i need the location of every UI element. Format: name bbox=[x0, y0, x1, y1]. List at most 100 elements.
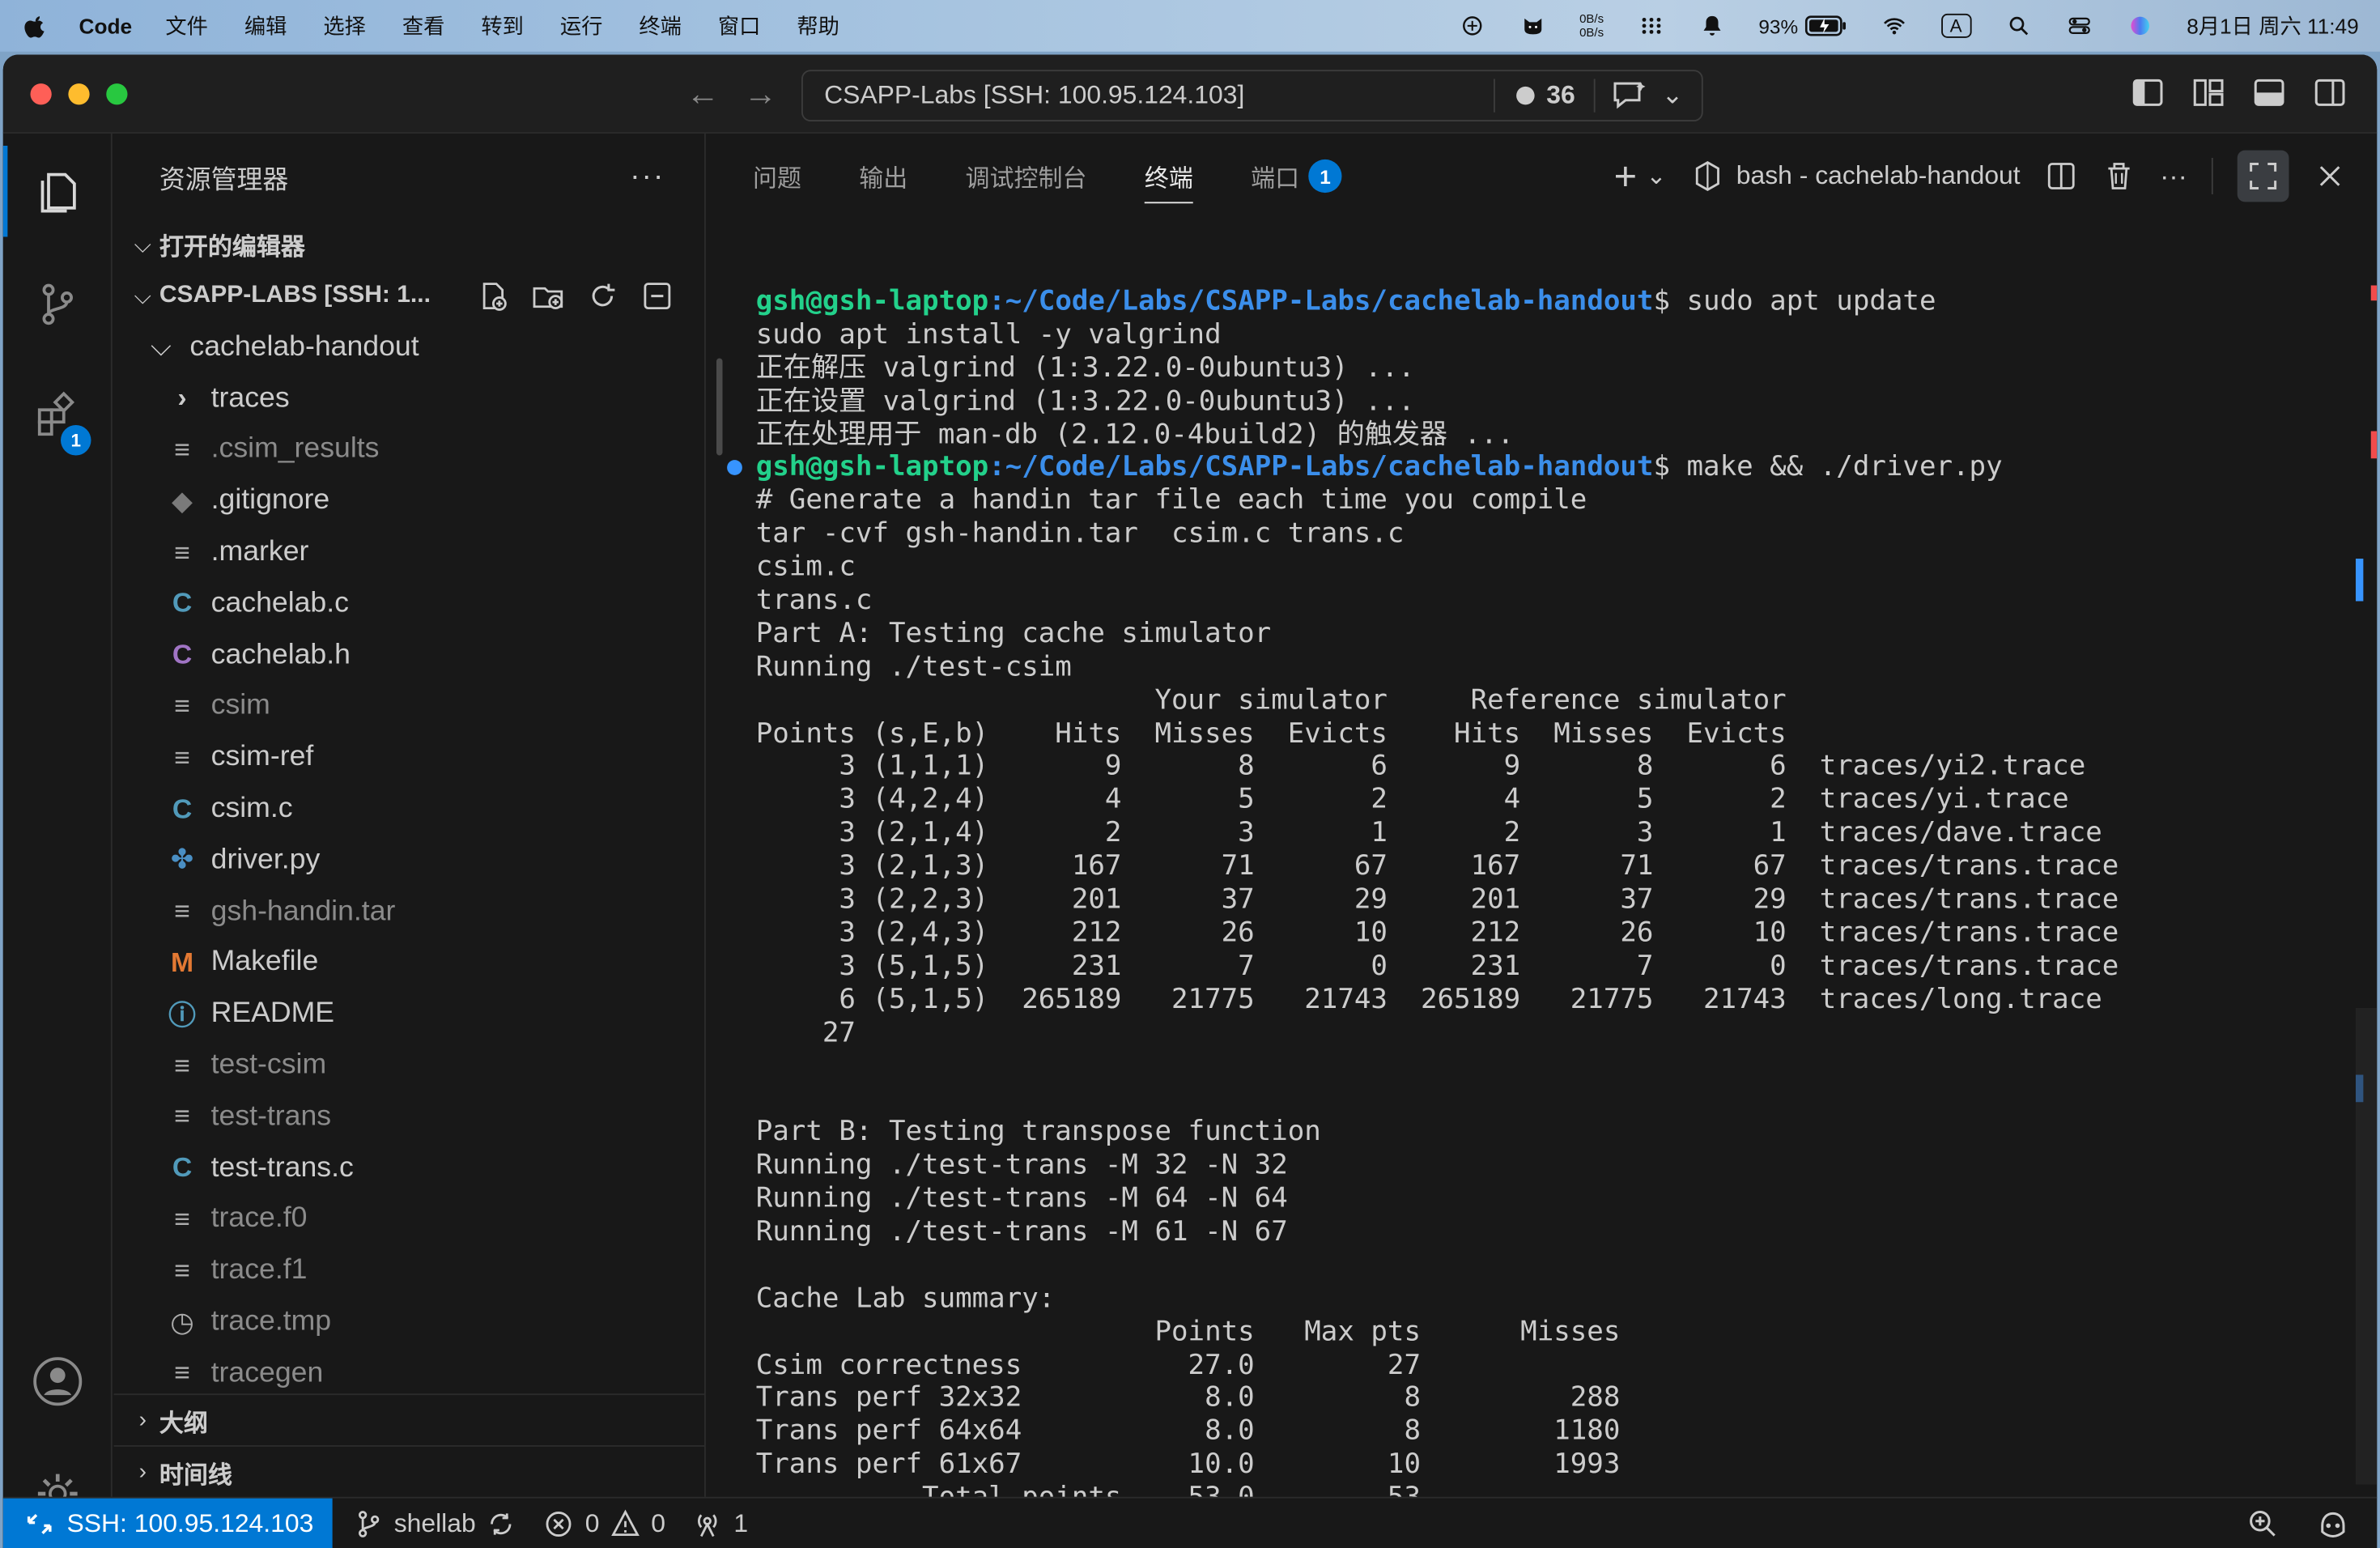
tab-problems[interactable]: 问题 bbox=[753, 134, 801, 219]
menu-terminal[interactable]: 终端 bbox=[639, 11, 682, 41]
tree-file-item[interactable]: ✤ driver.py bbox=[114, 835, 704, 886]
menu-edit[interactable]: 编辑 bbox=[244, 11, 287, 41]
more-actions-icon[interactable]: ··· bbox=[630, 159, 665, 194]
cat-icon[interactable] bbox=[1519, 14, 1546, 38]
apple-logo-icon[interactable] bbox=[21, 12, 49, 40]
menu-run[interactable]: 运行 bbox=[560, 11, 603, 41]
tree-file-item[interactable]: ≡ trace.f1 bbox=[114, 1245, 704, 1296]
command-center[interactable]: CSAPP-Labs [SSH: 100.95.124.103] 36 ⌄ bbox=[801, 70, 1703, 121]
tree-file-item[interactable]: ≡ trace.f0 bbox=[114, 1194, 704, 1245]
tree-file-item[interactable]: ≡ test-csim bbox=[114, 1040, 704, 1091]
problems-indicator[interactable]: 0 0 bbox=[544, 1508, 665, 1539]
app-menu-code[interactable]: Code bbox=[79, 14, 133, 38]
chevron-down-icon[interactable]: ⌄ bbox=[1662, 80, 1684, 111]
tree-file-item[interactable]: ◆ .gitignore bbox=[114, 476, 704, 527]
input-method-indicator[interactable]: A bbox=[1940, 13, 1971, 38]
tree-file-item[interactable]: Ccsim.c bbox=[114, 784, 704, 835]
openai-icon[interactable] bbox=[1458, 14, 1485, 38]
tree-file-item[interactable]: Ccachelab.h bbox=[114, 630, 704, 681]
folder-cachelab-handout[interactable]: ⌵ cachelab-handout bbox=[114, 322, 704, 373]
extensions-activity[interactable]: 1 bbox=[3, 371, 113, 462]
remote-indicator[interactable]: SSH: 100.95.124.103 bbox=[2, 1497, 332, 1548]
divider bbox=[1493, 79, 1495, 113]
maximize-window-button[interactable] bbox=[106, 83, 128, 105]
zoom-in-icon[interactable] bbox=[2246, 1507, 2280, 1540]
close-icon[interactable] bbox=[2314, 159, 2347, 193]
spotlight-search-icon[interactable] bbox=[2004, 14, 2032, 38]
menu-window[interactable]: 窗口 bbox=[718, 11, 761, 41]
tree-file-item[interactable]: ≡ csim bbox=[114, 681, 704, 732]
terminal-output-line: Trans perf 61x67 10.0 10 1993 bbox=[755, 1448, 1621, 1481]
tree-item-label: csim bbox=[210, 690, 270, 722]
collapse-all-icon[interactable] bbox=[640, 279, 674, 313]
open-editors-section[interactable]: ⌵ 打开的编辑器 bbox=[114, 219, 704, 270]
branch-indicator[interactable]: shellab bbox=[353, 1508, 516, 1539]
bell-icon[interactable] bbox=[1698, 14, 1725, 38]
battery-widget[interactable]: 93% bbox=[1758, 15, 1847, 37]
menu-help[interactable]: 帮助 bbox=[797, 11, 839, 41]
menu-selection[interactable]: 选择 bbox=[323, 11, 366, 41]
network-speed-widget[interactable]: 0B/s 0B/s bbox=[1579, 12, 1604, 40]
split-terminal-icon[interactable] bbox=[2045, 159, 2078, 193]
menu-view[interactable]: 查看 bbox=[402, 11, 445, 41]
accounts-activity[interactable] bbox=[3, 1336, 113, 1427]
file-tree: › traces ≡ .csim_results ◆ .gitignore ≡ .marker… bbox=[114, 373, 704, 1399]
outline-section[interactable]: › 大纲 bbox=[113, 1393, 704, 1445]
new-file-icon[interactable] bbox=[477, 279, 510, 313]
tree-file-item[interactable]: ≡ tracegen bbox=[114, 1348, 704, 1399]
arrow-right-icon[interactable]: → bbox=[744, 74, 777, 114]
terminal-name-label: bash - cachelab-handout bbox=[1736, 160, 2021, 190]
chat-sparkle-icon[interactable] bbox=[1610, 79, 1650, 113]
tab-terminal[interactable]: 终端 bbox=[1144, 134, 1193, 219]
ports-indicator[interactable]: 1 bbox=[693, 1508, 748, 1539]
terminal-output-line: trans.c bbox=[755, 584, 873, 617]
tree-file-item[interactable]: Ctest-trans.c bbox=[114, 1142, 704, 1193]
changes-count[interactable]: 36 bbox=[1546, 80, 1575, 111]
tree-file-item[interactable]: ≡ gsh-handin.tar bbox=[114, 887, 704, 938]
command-decoration-icon[interactable] bbox=[727, 460, 742, 476]
siri-icon[interactable] bbox=[2126, 14, 2153, 38]
tree-file-item[interactable]: ≡ csim-ref bbox=[114, 732, 704, 783]
trash-icon[interactable] bbox=[2102, 159, 2136, 193]
customize-layout-icon[interactable] bbox=[2192, 76, 2225, 109]
explorer-activity[interactable] bbox=[2, 146, 113, 237]
control-center-icon[interactable] bbox=[2065, 14, 2093, 38]
arrow-left-icon[interactable]: ← bbox=[686, 74, 720, 114]
tab-output[interactable]: 输出 bbox=[859, 134, 907, 219]
tab-ports[interactable]: 端口 1 bbox=[1251, 134, 1342, 219]
maximize-panel-button[interactable] bbox=[2237, 150, 2289, 202]
more-actions-icon[interactable]: ··· bbox=[2160, 160, 2187, 192]
new-terminal-icon[interactable]: + bbox=[1614, 152, 1637, 199]
tree-file-item[interactable]: Ccachelab.c bbox=[114, 578, 704, 629]
tree-file-item[interactable]: ⓘ README bbox=[114, 989, 704, 1040]
terminal-selector[interactable]: bash - cachelab-handout bbox=[1691, 159, 2021, 193]
wifi-icon[interactable] bbox=[1880, 14, 1907, 38]
menu-go[interactable]: 转到 bbox=[481, 11, 524, 41]
tree-file-item[interactable]: ≡ .marker bbox=[114, 527, 704, 578]
copilot-icon[interactable] bbox=[2316, 1507, 2349, 1540]
minimize-window-button[interactable] bbox=[68, 83, 90, 105]
chevron-down-icon[interactable]: ⌄ bbox=[1646, 161, 1666, 192]
close-window-button[interactable] bbox=[30, 83, 52, 105]
timeline-section[interactable]: › 时间线 bbox=[113, 1445, 704, 1497]
sync-icon[interactable] bbox=[487, 1508, 517, 1539]
tab-debug-console[interactable]: 调试控制台 bbox=[966, 134, 1087, 219]
tree-file-item[interactable]: ≡ test-trans bbox=[114, 1091, 704, 1142]
source-control-activity[interactable] bbox=[3, 258, 113, 350]
tree-file-item[interactable]: ◷ trace.tmp bbox=[114, 1297, 704, 1348]
terminal-scroll-indicator[interactable] bbox=[716, 358, 723, 456]
tree-folder-item[interactable]: › traces bbox=[114, 373, 704, 424]
clock-datetime[interactable]: 8月1日 周六 11:49 bbox=[2187, 11, 2359, 41]
workspace-section[interactable]: ⌵ CSAPP-LABS [SSH: 1... bbox=[114, 270, 704, 322]
toggle-secondary-sidebar-icon[interactable] bbox=[2314, 76, 2347, 109]
terminal-output[interactable]: gsh@gsh-laptop:~/Code/Labs/CSAPP-Labs/ca… bbox=[727, 286, 2335, 1548]
tree-file-item[interactable]: M Makefile bbox=[114, 938, 704, 989]
menu-file[interactable]: 文件 bbox=[165, 11, 208, 41]
grid-dots-icon[interactable] bbox=[1637, 14, 1664, 38]
toggle-panel-icon[interactable] bbox=[2253, 76, 2286, 109]
refresh-icon[interactable] bbox=[586, 279, 619, 313]
new-folder-icon[interactable] bbox=[531, 279, 564, 313]
tree-file-item[interactable]: ≡ .csim_results bbox=[114, 424, 704, 475]
chevron-right-icon: › bbox=[138, 1458, 147, 1485]
toggle-primary-sidebar-icon[interactable] bbox=[2131, 76, 2165, 109]
